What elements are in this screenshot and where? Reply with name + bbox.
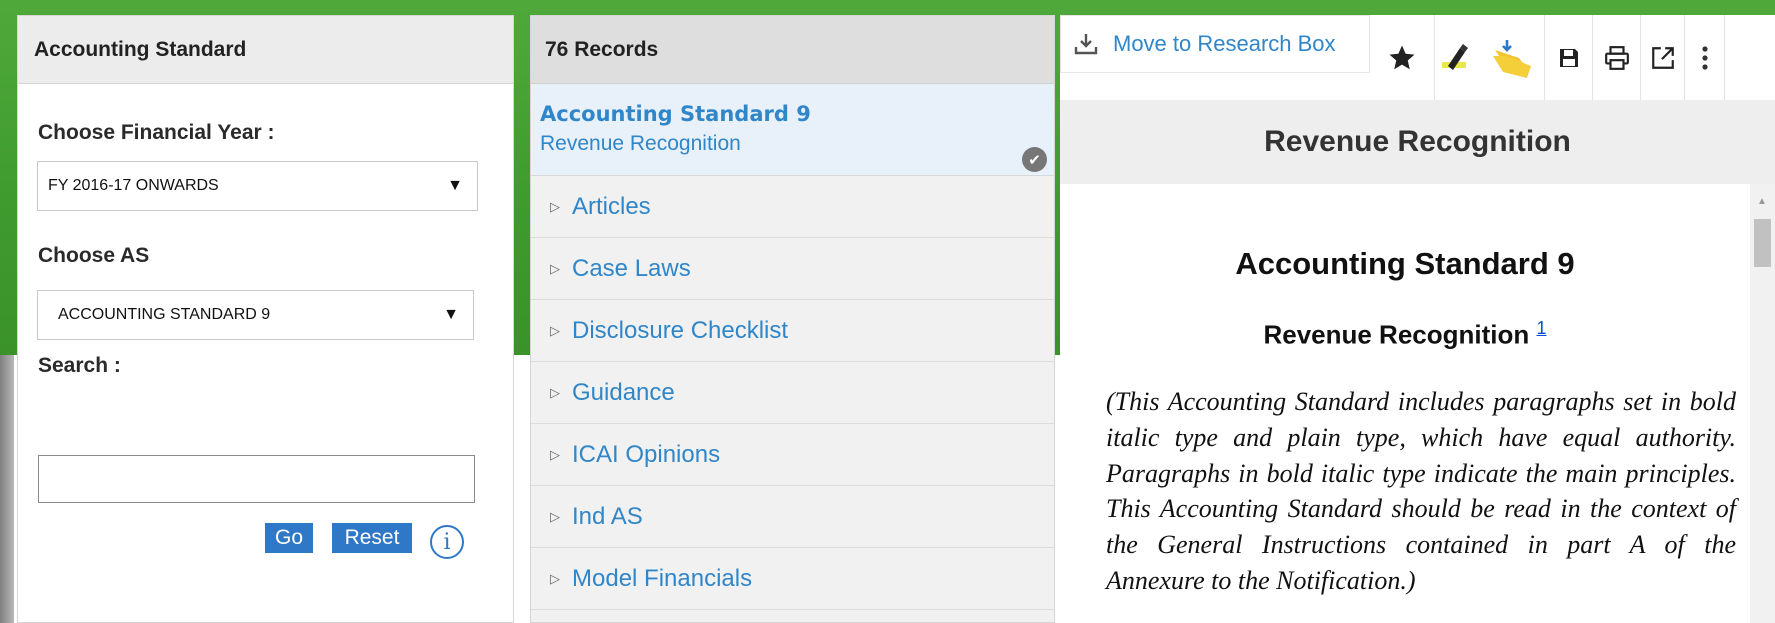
record-item-label: Disclosure Checklist (572, 316, 789, 344)
record-item-icai-opinions[interactable]: ▷ ICAI Opinions (531, 424, 1054, 486)
document-content: Accounting Standard 9 Revenue Recognitio… (1060, 184, 1750, 623)
print-icon[interactable] (1593, 15, 1641, 100)
document-panel: Move to Research Box Revenue Recognition… (1060, 15, 1775, 623)
expand-triangle-icon: ▷ (550, 384, 560, 400)
download-icon (1074, 34, 1098, 55)
selected-record-subtitle: Revenue Recognition (540, 132, 741, 155)
scroll-thumb[interactable] (1754, 219, 1771, 267)
move-to-research-box-label: Move to Research Box (1113, 31, 1336, 56)
record-item-ind-as[interactable]: ▷ Ind AS (531, 486, 1054, 548)
records-count: 76 Records (531, 16, 1054, 84)
document-subtitle: Revenue Recognition (1263, 319, 1530, 350)
search-label: Search : (38, 354, 121, 377)
scroll-up-icon[interactable]: ▲ (1757, 196, 1767, 207)
as-label: Choose AS (38, 244, 150, 267)
financial-year-value: FY 2016-17 ONWARDS (48, 177, 219, 194)
move-to-research-box-button[interactable]: Move to Research Box (1060, 15, 1370, 73)
save-icon[interactable] (1545, 15, 1593, 100)
selected-record[interactable]: Accounting Standard 9 Revenue Recognitio… (531, 84, 1054, 176)
expand-triangle-icon: ▷ (550, 446, 560, 462)
financial-year-select[interactable]: FY 2016-17 ONWARDS ▼ (37, 161, 478, 211)
expand-triangle-icon: ▷ (550, 198, 560, 214)
record-item-guidance[interactable]: ▷ Guidance (531, 362, 1054, 424)
record-item-label: ICAI Opinions (572, 440, 721, 468)
footnote-link[interactable]: 1 (1537, 318, 1547, 338)
record-item-label: Articles (572, 192, 651, 220)
document-subtitle-line: Revenue Recognition 1 (1060, 318, 1750, 351)
expand-triangle-icon: ▷ (550, 322, 560, 338)
more-vertical-icon[interactable] (1685, 15, 1725, 100)
record-item-label: Guidance (572, 378, 675, 406)
document-title: Accounting Standard 9 (1235, 246, 1575, 281)
expand-triangle-icon: ▷ (550, 260, 560, 276)
records-panel: 76 Records Accounting Standard 9 Revenue… (530, 15, 1055, 623)
financial-year-label: Choose Financial Year : (38, 121, 275, 144)
highlighter-icon[interactable] (1435, 15, 1475, 100)
star-icon[interactable] (1370, 15, 1435, 100)
search-input[interactable] (38, 455, 475, 503)
expand-triangle-icon: ▷ (550, 570, 560, 586)
external-link-icon[interactable] (1641, 15, 1685, 100)
caret-down-icon: ▼ (443, 306, 459, 323)
go-button[interactable]: Go (265, 523, 313, 553)
record-item-label: Ind AS (572, 502, 643, 530)
expand-triangle-icon: ▷ (550, 508, 560, 524)
record-item-model-financials[interactable]: ▷ Model Financials (531, 548, 1054, 610)
record-item-disclosure-checklist[interactable]: ▷ Disclosure Checklist (531, 300, 1054, 362)
background-shadow (0, 355, 14, 623)
selected-record-title: Accounting Standard 9 (540, 102, 811, 126)
filter-panel-title: Accounting Standard (18, 16, 513, 84)
check-icon: ✔ (1022, 147, 1047, 172)
as-value: ACCOUNTING STANDARD 9 (58, 306, 271, 323)
document-header-title: Revenue Recognition (1060, 100, 1775, 184)
document-toolbar (1370, 15, 1775, 100)
document-paragraph: (This Accounting Standard includes parag… (1106, 387, 1736, 595)
vertical-scrollbar[interactable]: ▲ (1750, 184, 1775, 623)
info-icon[interactable]: i (430, 525, 464, 559)
caret-down-icon: ▼ (447, 177, 463, 194)
record-item-articles[interactable]: ▷ Articles (531, 176, 1054, 238)
as-select[interactable]: ACCOUNTING STANDARD 9 ▼ (37, 290, 474, 340)
record-item-label: Case Laws (572, 254, 691, 282)
record-item-label: Model Financials (572, 564, 753, 592)
reset-button[interactable]: Reset (332, 523, 412, 553)
record-item-case-laws[interactable]: ▷ Case Laws (531, 238, 1054, 300)
filter-panel: Accounting Standard Choose Financial Yea… (17, 15, 514, 623)
folder-icon[interactable] (1475, 15, 1545, 100)
